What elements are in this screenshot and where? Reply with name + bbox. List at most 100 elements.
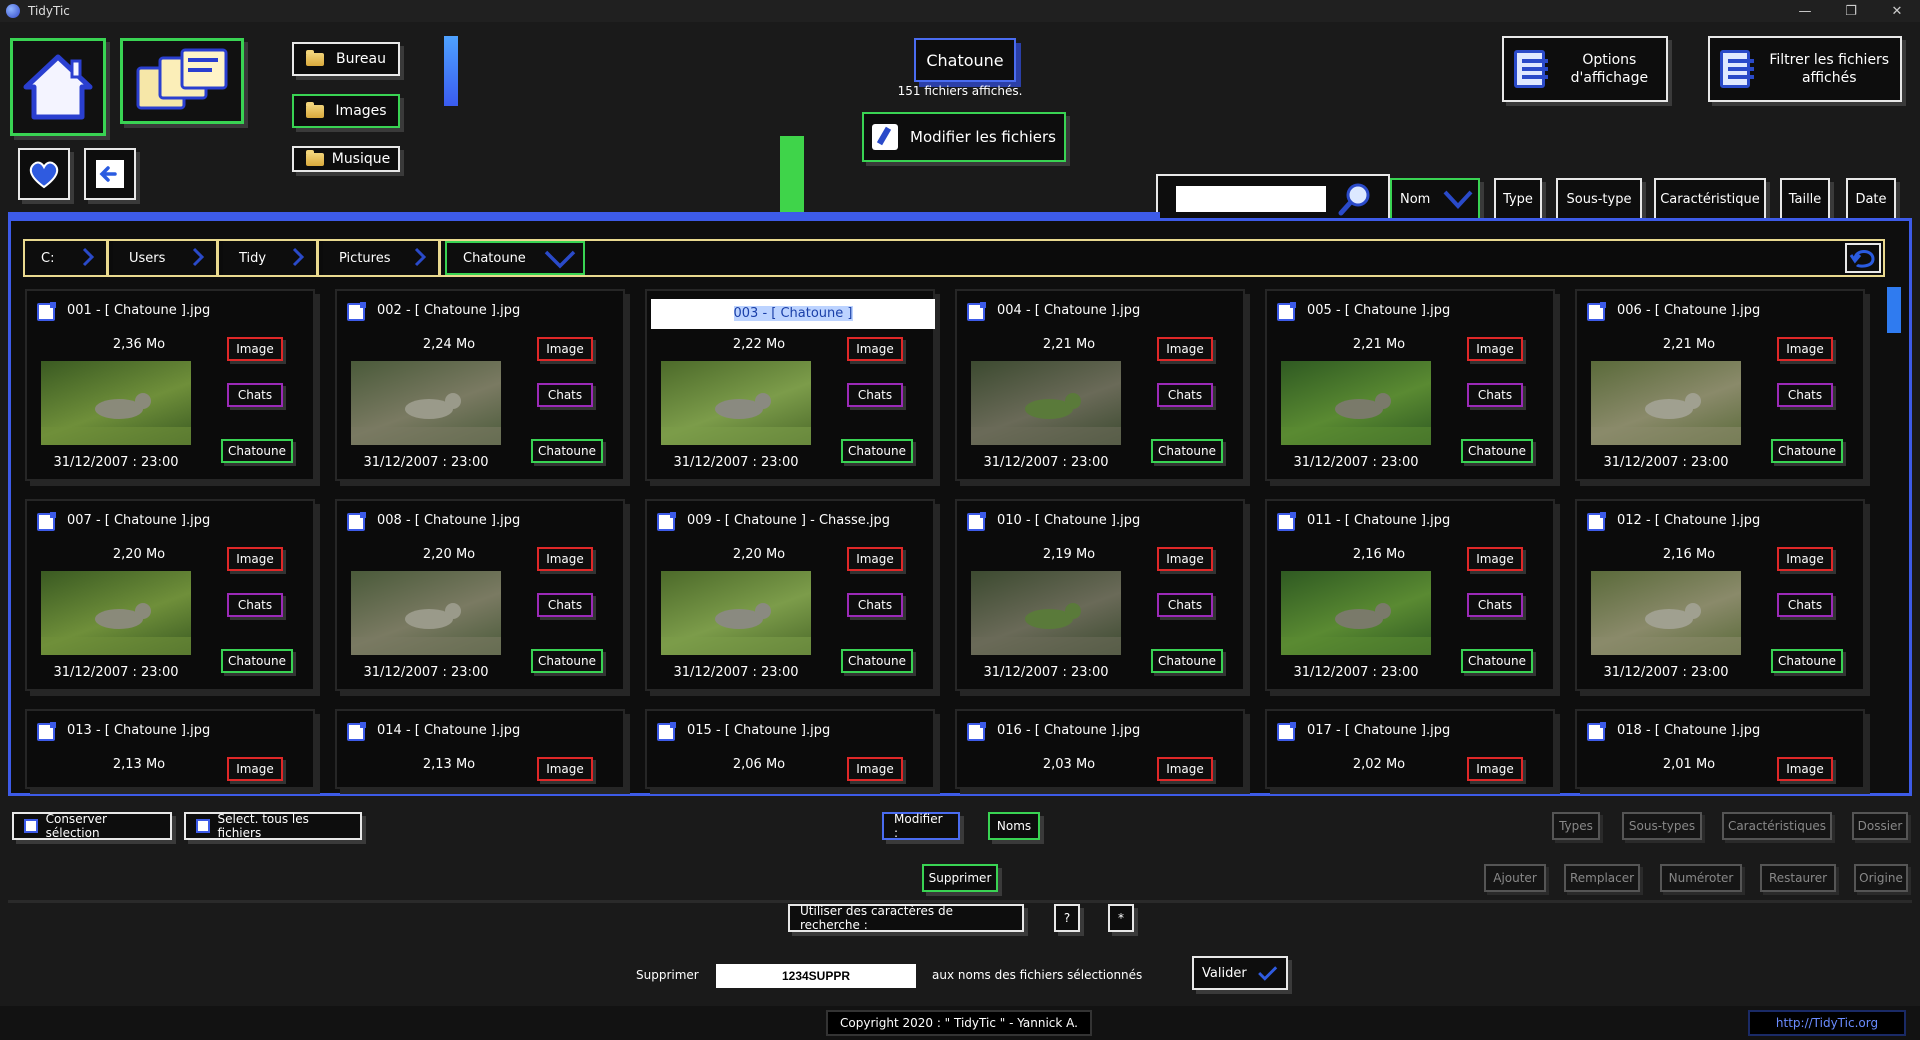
tag-subtype[interactable]: Chats [1467,593,1523,617]
file-name[interactable]: 012 - [ Chatoune ].jpg [1617,513,1760,528]
tag-type[interactable]: Image [1777,547,1833,571]
select-all-button[interactable]: Select. tous les fichiers [184,812,362,840]
file-name[interactable]: 006 - [ Chatoune ].jpg [1617,303,1760,318]
number-mode-button[interactable]: Numéroter [1660,864,1742,892]
file-card[interactable]: 004 - [ Chatoune ].jpg 2,21 Mo 31/12/2007… [955,289,1245,481]
tag-characteristic[interactable]: Chatoune [1151,439,1223,463]
tag-subtype[interactable]: Chats [227,593,283,617]
modify-types-button[interactable]: Types [1552,812,1600,840]
tag-characteristic[interactable]: Chatoune [221,649,293,673]
select-checkbox[interactable] [347,512,366,531]
file-name[interactable]: 004 - [ Chatoune ].jpg [997,303,1140,318]
tag-type[interactable]: Image [1777,337,1833,361]
website-link[interactable]: http://TidyTic.org [1748,1010,1906,1036]
select-checkbox[interactable] [1587,512,1606,531]
tag-characteristic[interactable]: Chatoune [1461,439,1533,463]
select-checkbox[interactable] [37,302,56,321]
restore-button[interactable]: ❐ [1828,0,1874,22]
delete-mode-button[interactable]: Supprimer [922,864,998,892]
file-card[interactable]: 008 - [ Chatoune ].jpg 2,20 Mo 31/12/2007… [335,499,625,691]
tag-subtype[interactable]: Chats [847,593,903,617]
select-checkbox[interactable] [1587,722,1606,741]
tab-sort-name[interactable]: Nom [1390,178,1480,220]
tag-type[interactable]: Image [847,757,903,781]
file-card[interactable]: 010 - [ Chatoune ].jpg 2,19 Mo 31/12/2007… [955,499,1245,691]
delete-text-input[interactable] [716,964,916,988]
tag-characteristic[interactable]: Chatoune [841,439,913,463]
undo-button[interactable] [1845,243,1881,273]
select-checkbox[interactable] [967,722,986,741]
modify-subtypes-button[interactable]: Sous-types [1622,812,1702,840]
file-name[interactable]: 010 - [ Chatoune ].jpg [997,513,1140,528]
tag-characteristic[interactable]: Chatoune [531,649,603,673]
tag-type[interactable]: Image [1467,547,1523,571]
file-card[interactable]: 006 - [ Chatoune ].jpg 2,21 Mo 31/12/2007… [1575,289,1865,481]
validate-button[interactable]: Valider [1192,956,1288,990]
file-card[interactable]: 003 - [ Chatoune ] 2,22 Mo 31/12/2007 : 2… [645,289,935,481]
file-card[interactable]: 013 - [ Chatoune ].jpg 2,13 Mo Image [25,709,315,789]
tag-type[interactable]: Image [1467,337,1523,361]
tab-sort-subtype[interactable]: Sous-type [1556,178,1642,220]
tab-sort-size[interactable]: Taille [1780,178,1830,220]
wildcard-star-button[interactable]: * [1108,904,1134,932]
file-card[interactable]: 001 - [ Chatoune ].jpg 2,36 Mo 31/12/2007… [25,289,315,481]
file-card[interactable]: 005 - [ Chatoune ].jpg 2,21 Mo 31/12/2007… [1265,289,1555,481]
file-name-editor[interactable]: 003 - [ Chatoune ] [651,299,935,329]
file-name[interactable]: 001 - [ Chatoune ].jpg [67,303,210,318]
replace-mode-button[interactable]: Remplacer [1564,864,1640,892]
photo-thumbnail[interactable] [1591,361,1741,445]
modify-names-button[interactable]: Noms [988,812,1040,840]
shortcut-music-button[interactable]: Musique [292,146,400,172]
photo-thumbnail[interactable] [41,361,191,445]
tag-type[interactable]: Image [537,547,593,571]
tag-subtype[interactable]: Chats [537,383,593,407]
shortcuts-scrollbar[interactable] [444,36,458,106]
tag-characteristic[interactable]: Chatoune [531,439,603,463]
file-card[interactable]: 009 - [ Chatoune ] - Chasse.jpg 2,20 Mo 3… [645,499,935,691]
tag-type[interactable]: Image [1157,547,1213,571]
tab-sort-date[interactable]: Date [1846,178,1896,220]
close-button[interactable]: ✕ [1874,0,1920,22]
file-card[interactable]: 018 - [ Chatoune ].jpg 2,01 Mo Image [1575,709,1865,789]
file-card[interactable]: 011 - [ Chatoune ].jpg 2,16 Mo 31/12/2007… [1265,499,1555,691]
modify-files-button[interactable]: Modifier les fichiers [862,112,1066,162]
file-card[interactable]: 007 - [ Chatoune ].jpg 2,20 Mo 31/12/2007… [25,499,315,691]
breadcrumb-item-tidy[interactable]: Tidy [223,241,319,275]
select-checkbox[interactable] [347,722,366,741]
tag-type[interactable]: Image [227,757,283,781]
file-name[interactable]: 005 - [ Chatoune ].jpg [1307,303,1450,318]
search-input[interactable] [1176,186,1326,212]
file-name[interactable]: 017 - [ Chatoune ].jpg [1307,723,1450,738]
minimize-button[interactable]: — [1782,0,1828,22]
origin-mode-button[interactable]: Origine [1854,864,1908,892]
file-name[interactable]: 002 - [ Chatoune ].jpg [377,303,520,318]
grid-scrollbar[interactable] [1887,287,1901,333]
modify-characteristics-button[interactable]: Caractéristiques [1722,812,1832,840]
tab-sort-type[interactable]: Type [1494,178,1542,220]
tag-type[interactable]: Image [537,337,593,361]
file-manager-button[interactable] [120,38,244,124]
select-checkbox[interactable] [1277,302,1296,321]
select-checkbox[interactable] [657,722,676,741]
modify-folder-button[interactable]: Dossier [1852,812,1908,840]
select-checkbox[interactable] [1277,722,1296,741]
select-checkbox[interactable] [657,512,676,531]
tag-subtype[interactable]: Chats [537,593,593,617]
tag-type[interactable]: Image [227,547,283,571]
photo-thumbnail[interactable] [971,361,1121,445]
tag-type[interactable]: Image [537,757,593,781]
tag-characteristic[interactable]: Chatoune [1461,649,1533,673]
breadcrumb-item-chatoune[interactable]: Chatoune [445,241,585,275]
tag-type[interactable]: Image [1157,337,1213,361]
file-card[interactable]: 014 - [ Chatoune ].jpg 2,13 Mo Image [335,709,625,789]
photo-thumbnail[interactable] [1281,361,1431,445]
tag-characteristic[interactable]: Chatoune [1771,649,1843,673]
photo-thumbnail[interactable] [41,571,191,655]
wildcard-question-button[interactable]: ? [1054,904,1080,932]
select-checkbox[interactable] [37,512,56,531]
breadcrumb-item-users[interactable]: Users [113,241,219,275]
tag-subtype[interactable]: Chats [1157,383,1213,407]
shortcut-desktop-button[interactable]: Bureau [292,42,400,76]
tag-type[interactable]: Image [1467,757,1523,781]
tag-subtype[interactable]: Chats [847,383,903,407]
